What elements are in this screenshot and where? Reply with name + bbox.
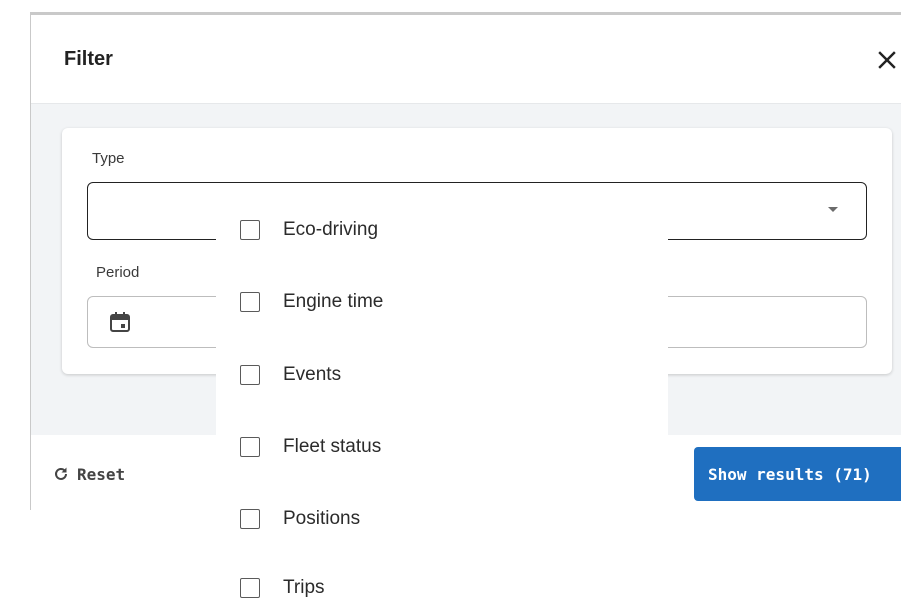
checkbox[interactable] [240,220,260,240]
menu-item-engine-time[interactable]: Engine time [216,277,668,327]
type-dropdown-menu: Eco-driving Engine time Events Fleet sta… [216,192,668,604]
checkbox[interactable] [240,578,260,598]
menu-item-label: Positions [283,508,361,529]
page: Filter Type Period Reset Show results (7… [0,0,901,604]
period-label: Period [96,264,140,281]
checkbox[interactable] [240,509,260,529]
type-label: Type [92,150,125,167]
refresh-icon [55,467,67,480]
menu-item-label: Eco-driving [283,219,379,240]
menu-item-label: Events [283,364,342,385]
menu-item-positions[interactable]: Positions [216,494,668,544]
close-button[interactable] [872,45,901,75]
calendar-icon [110,312,130,332]
menu-item-eco-driving[interactable]: Eco-driving [216,205,668,255]
checkbox[interactable] [240,365,260,385]
show-results-button[interactable]: Show results (71) [694,447,901,501]
dialog-header: Filter [31,15,901,104]
dialog-title: Filter [64,48,113,70]
reset-label: Reset [77,464,126,484]
menu-item-label: Trips [283,577,325,598]
close-icon [878,51,896,69]
menu-item-label: Engine time [283,291,384,312]
checkbox[interactable] [240,437,260,457]
menu-item-events[interactable]: Events [216,350,668,400]
reset-button[interactable]: Reset [53,457,125,491]
chevron-down-icon [828,207,838,212]
show-results-label: Show results (71) [708,464,872,484]
menu-item-fleet-status[interactable]: Fleet status [216,422,668,472]
menu-item-trips[interactable]: Trips [216,563,668,604]
menu-item-label: Fleet status [283,436,382,457]
checkbox[interactable] [240,292,260,312]
